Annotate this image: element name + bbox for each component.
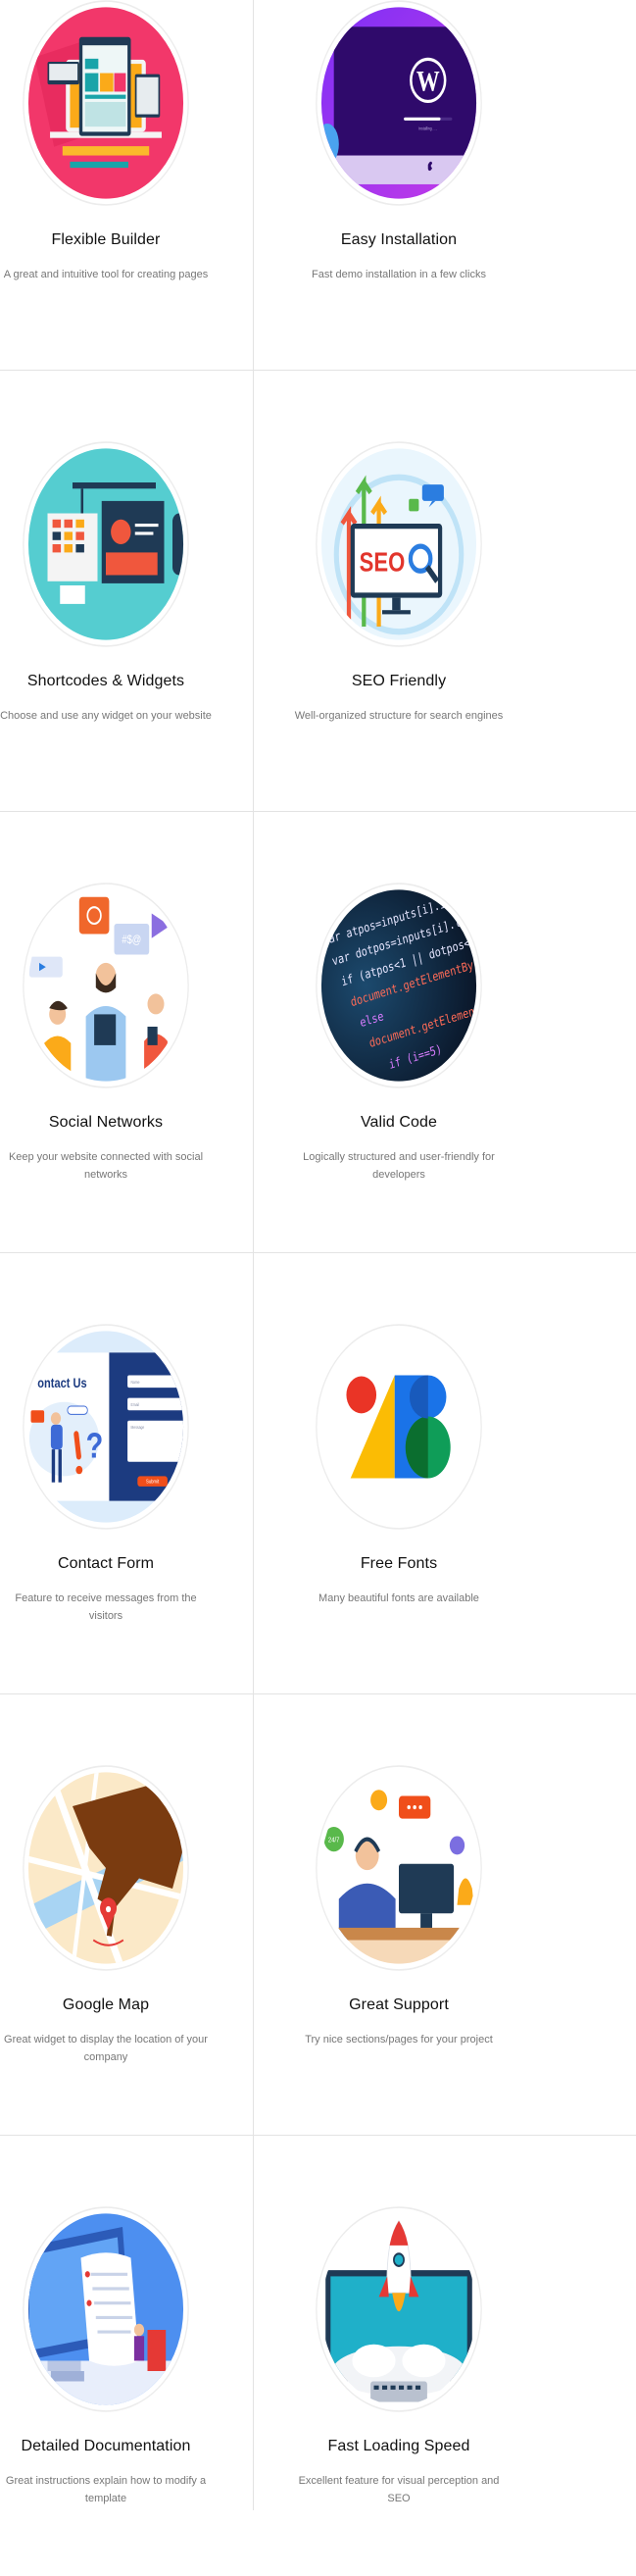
feature-great-support: 24/7 Great Support Try nice sections/pag… (252, 1693, 546, 2135)
feature-easy-installation: W Installing . . . Easy Installation Fas… (252, 0, 546, 370)
feature-description: A great and intuitive tool for creating … (3, 269, 209, 280)
feature-description: Great widget to display the location of … (4, 2034, 208, 2063)
feature-description: Choose and use any widget on your websit… (0, 710, 212, 722)
feature-shortcodes-widgets: Shortcodes & Widgets Choose and use any … (0, 370, 253, 811)
seo-illustration-icon: SEO (316, 441, 482, 647)
feature-flexible-builder: Flexible Builder A great and intuitive t… (0, 0, 253, 370)
feature-description: Keep your website connected with social … (8, 1151, 204, 1181)
feature-valid-code: var atpos=inputs[i].in var dotpos=inputs… (252, 811, 546, 1252)
message-field-label: Message (131, 1426, 145, 1430)
submit-button-label: Submit (146, 1479, 160, 1486)
feature-title: Easy Installation (340, 231, 458, 248)
svg-text:W: W (416, 65, 440, 97)
rocket-illustration-icon (316, 2206, 482, 2412)
feature-contact-form: ontact Us Name Email Message Submit ? Co… (0, 1252, 253, 1693)
feature-title: Fast Loading Speed (327, 2438, 470, 2454)
feature-description: Fast demo installation in a few clicks (312, 269, 486, 280)
feature-title: Social Networks (48, 1114, 164, 1131)
feature-description: Excellent feature for visual perception … (298, 2475, 500, 2504)
feature-title: Shortcodes & Widgets (26, 673, 185, 689)
feature-seo-friendly: SEO SEO Friendly Well-organized structur… (252, 370, 546, 811)
page-builder-illustration-icon (23, 0, 189, 206)
feature-description: Logically structured and user-friendly f… (303, 1151, 495, 1181)
wordpress-install-illustration-icon: W Installing . . . (316, 0, 482, 206)
support-illustration-icon: 24/7 (316, 1765, 482, 1971)
feature-description: Try nice sections/pages for your project (305, 2034, 493, 2046)
feature-title: Contact Form (57, 1555, 155, 1572)
support-badge-text: 24/7 (328, 1837, 340, 1844)
feature-title: Great Support (349, 1996, 449, 2013)
feature-title: Free Fonts (360, 1555, 438, 1572)
feature-description: Well-organized structure for search engi… (294, 710, 504, 722)
svg-text:?: ? (86, 1427, 104, 1466)
fonts-illustration-icon (316, 1324, 482, 1530)
feature-social-networks: #$@ Social Networks Keep your website co… (0, 811, 253, 1252)
name-field-label: Name (131, 1381, 140, 1385)
feature-description: Great instructions explain how to modify… (5, 2475, 207, 2504)
feature-title: Detailed Documentation (21, 2438, 191, 2454)
feature-title: Valid Code (360, 1114, 438, 1131)
widgets-illustration-icon (23, 441, 189, 647)
installing-label: Installing . . . (418, 126, 437, 130)
bubble-text: #$@ (122, 934, 141, 946)
seo-screen-text: SEO (360, 548, 406, 578)
email-field-label: Email (131, 1403, 140, 1407)
feature-free-fonts: Free Fonts Many beautiful fonts are avai… (252, 1252, 546, 1693)
feature-title: Google Map (62, 1996, 150, 2013)
feature-title: SEO Friendly (351, 673, 447, 689)
code-illustration-icon: var atpos=inputs[i].in var dotpos=inputs… (316, 883, 482, 1088)
feature-google-map: Google Map Great widget to display the l… (0, 1693, 253, 2135)
contact-form-illustration-icon: ontact Us Name Email Message Submit ? (23, 1324, 189, 1530)
documentation-illustration-icon (23, 2206, 189, 2412)
map-illustration-icon (23, 1765, 189, 1971)
social-illustration-icon: #$@ (23, 883, 189, 1088)
contact-heading: ontact Us (37, 1376, 86, 1390)
feature-description: Feature to receive messages from the vis… (15, 1592, 197, 1622)
feature-description: Many beautiful fonts are available (318, 1592, 479, 1604)
feature-title: Flexible Builder (51, 231, 161, 248)
